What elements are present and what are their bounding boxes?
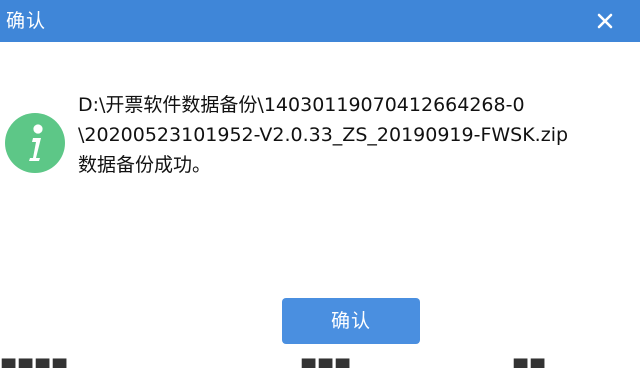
background-window-fragment: ■■■■ ■■■ ■■ bbox=[0, 354, 640, 368]
confirm-button[interactable]: 确认 bbox=[282, 298, 420, 344]
background-text-fragment: ■■■■ bbox=[0, 356, 69, 368]
close-button[interactable] bbox=[590, 6, 620, 36]
message-text: D:\开票软件数据备份\140301190704126642​68-0 \202… bbox=[78, 90, 568, 180]
title-bar: 确认 bbox=[0, 0, 640, 42]
background-text-fragment: ■■ bbox=[512, 356, 547, 368]
close-icon bbox=[597, 13, 613, 29]
message-line-status: 数据备份成功。 bbox=[78, 154, 212, 176]
message-line-file: \20200523101952-V2.0.33_ZS_20190919-FWSK… bbox=[78, 124, 569, 146]
message-line-path: D:\开票软件数据备份\140301190704126642​68-0 bbox=[78, 94, 525, 116]
dialog-title: 确认 bbox=[6, 10, 47, 32]
background-text-fragment: ■■■ bbox=[300, 356, 352, 368]
confirm-dialog: 确认 D:\开票软件数据备份\140301190704126642​68-0 \… bbox=[0, 0, 640, 368]
info-icon bbox=[4, 112, 66, 174]
